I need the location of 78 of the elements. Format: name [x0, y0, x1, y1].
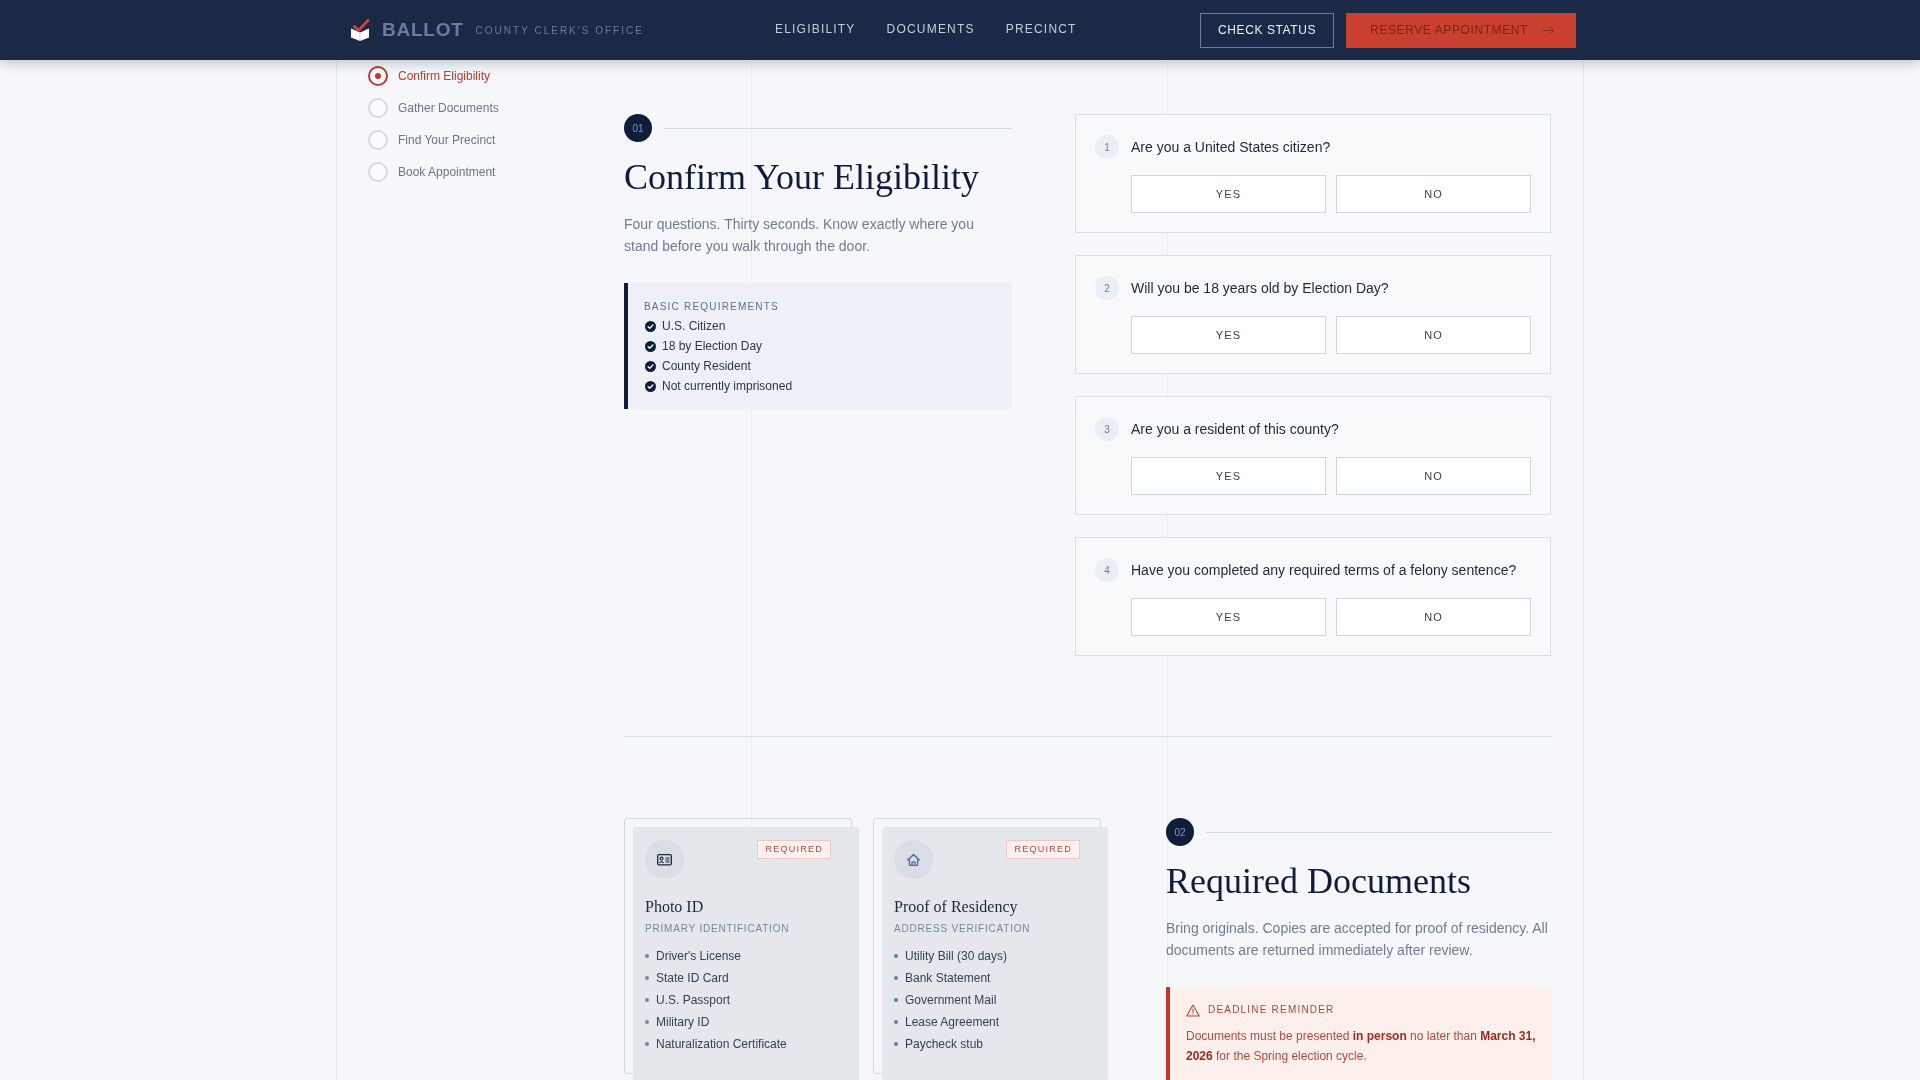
- office-name: COUNTY CLERK'S OFFICE: [475, 24, 644, 36]
- required-tag: REQUIRED: [757, 840, 831, 859]
- answer-button[interactable]: YES: [1131, 175, 1326, 213]
- question-text: Will you be 18 years old by Election Day?: [1131, 279, 1390, 298]
- section-title: Confirm Your Eligibility: [624, 156, 981, 199]
- arrow-right-icon: [1542, 25, 1554, 35]
- radio-icon: [368, 130, 388, 150]
- step-link[interactable]: Gather Documents: [368, 92, 499, 124]
- document-item: Lease Agreement: [905, 1015, 1000, 1029]
- bullet-icon: [894, 998, 898, 1002]
- question-number: 4: [1095, 558, 1119, 582]
- question-number: 1: [1095, 135, 1119, 159]
- answer-button[interactable]: YES: [1131, 457, 1326, 495]
- answer-button[interactable]: NO: [1336, 457, 1531, 495]
- document-item: Paycheck stub: [905, 1037, 984, 1051]
- requirement-text: 18 by Election Day: [662, 339, 763, 353]
- document-item: Bank Statement: [905, 971, 991, 985]
- step-link[interactable]: Confirm Eligibility: [368, 60, 491, 92]
- step-link[interactable]: Find Your Precinct: [368, 124, 496, 156]
- document-item: Utility Bill (30 days): [905, 949, 1008, 963]
- bullet-icon: [645, 998, 649, 1002]
- nav-link[interactable]: PRECINCT: [1005, 18, 1077, 42]
- question-text: Are you a United States citizen?: [1131, 138, 1332, 157]
- document-item: Naturalization Certificate: [656, 1037, 787, 1051]
- answer-button[interactable]: YES: [1131, 598, 1326, 636]
- bullet-icon: [645, 976, 649, 980]
- document-item: State ID Card: [656, 971, 729, 985]
- notice-text: Documents must be presented in person no later than March 31, 2026 for the Spring election cycle.: [1186, 1028, 1537, 1065]
- document-subtitle: PRIMARY IDENTIFICATION: [645, 922, 791, 936]
- answer-button[interactable]: NO: [1336, 598, 1531, 636]
- answer-button[interactable]: NO: [1336, 175, 1531, 213]
- step-link[interactable]: Book Appointment: [368, 156, 496, 188]
- bullet-icon: [894, 1042, 898, 1046]
- question-text: Are you a resident of this county?: [1131, 420, 1340, 439]
- check-circle-icon: [645, 320, 656, 332]
- id-card-icon: [645, 840, 684, 879]
- radio-icon: [368, 162, 388, 182]
- answer-button[interactable]: NO: [1336, 316, 1531, 354]
- document-item: Driver's License: [656, 949, 741, 963]
- bullet-icon: [645, 1020, 649, 1024]
- status-button[interactable]: CHECK STATUS: [1200, 12, 1335, 48]
- bullet-icon: [894, 1020, 898, 1024]
- bullet-icon: [645, 1042, 649, 1046]
- check-circle-icon: [645, 360, 656, 372]
- section-intro: Four questions. Thirty seconds. Know exactly where you stand before you walk through the door.: [624, 215, 975, 256]
- requirement-text: U.S. Citizen: [662, 319, 726, 333]
- check-circle-icon: [645, 340, 656, 352]
- section-intro: Bring originals. Copies are accepted for proof of residency. All documents are returned immediately after review.: [1166, 919, 1549, 960]
- check-circle-icon: [645, 380, 656, 392]
- warning-icon: [1186, 1003, 1200, 1017]
- requirement-text: Not currently imprisoned: [662, 379, 793, 393]
- required-tag: REQUIRED: [1006, 840, 1080, 859]
- answer-button[interactable]: YES: [1131, 316, 1326, 354]
- bullet-icon: [645, 954, 649, 958]
- house-icon: [894, 840, 933, 879]
- question-number: 2: [1095, 276, 1119, 300]
- document-item: U.S. Passport: [656, 993, 731, 1007]
- document-item: Government Mail: [905, 993, 997, 1007]
- box-check-icon: [348, 18, 372, 42]
- document-subtitle: ADDRESS VERIFICATION: [894, 922, 1032, 936]
- requirements-title: BASIC REQUIREMENTS: [644, 300, 780, 313]
- nav-link[interactable]: ELIGIBILITY: [775, 18, 856, 42]
- document-item: Military ID: [656, 1015, 710, 1029]
- radio-icon: [368, 66, 388, 86]
- nav-link[interactable]: DOCUMENTS: [886, 18, 975, 42]
- step-number: 02: [1166, 818, 1194, 846]
- radio-icon: [368, 98, 388, 118]
- step-number: 01: [624, 114, 652, 142]
- question-number: 3: [1095, 417, 1119, 441]
- bullet-icon: [894, 976, 898, 980]
- document-title: Photo ID: [645, 897, 705, 917]
- brand-name: BALLOT: [382, 19, 464, 41]
- requirement-text: County Resident: [662, 359, 751, 373]
- notice-title: DEADLINE REMINDER: [1208, 1003, 1335, 1017]
- question-text: Have you completed any required terms of a felony sentence?: [1131, 561, 1518, 580]
- section-title: Required Documents: [1166, 860, 1472, 903]
- document-title: Proof of Residency: [894, 897, 1019, 917]
- bullet-icon: [894, 954, 898, 958]
